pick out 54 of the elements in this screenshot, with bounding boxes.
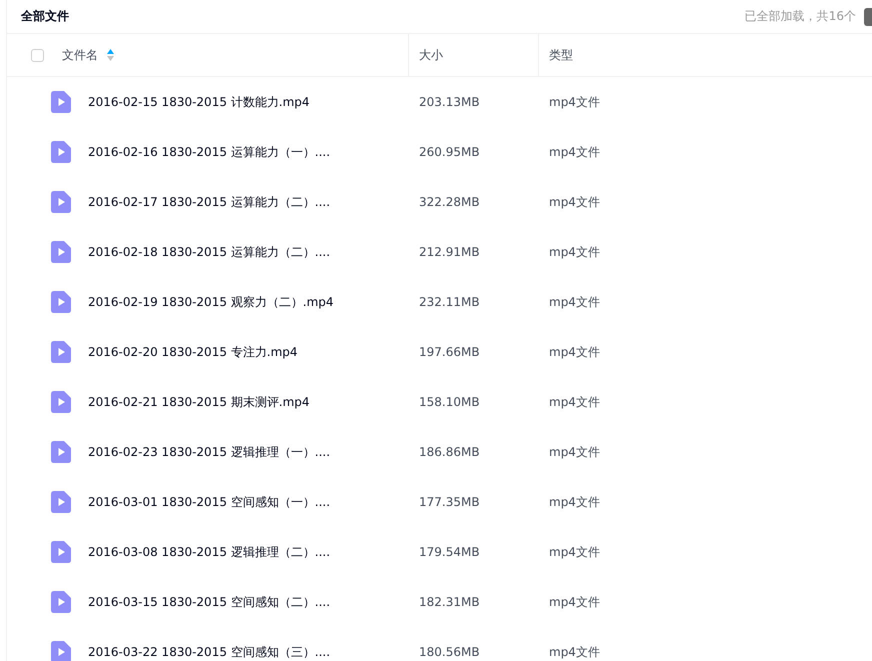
file-name[interactable]: 2016-03-15 1830-2015 空间感知（二）.... [88,594,330,610]
select-all-checkbox[interactable] [31,48,44,62]
file-size: 179.54MB [419,545,480,559]
column-header[interactable]: 类型 [549,46,573,64]
file-name[interactable]: 2016-02-19 1830-2015 观察力（二）.mp4 [88,294,334,310]
column-header[interactable]: 大小 [419,46,443,64]
file-type: mp4文件 [549,144,600,158]
video-file-icon [51,141,71,163]
video-file-icon [51,591,71,613]
load-status: 已全部加载，共16个 [744,8,856,25]
file-name[interactable]: 2016-02-16 1830-2015 运算能力（一）.... [88,144,330,160]
file-name[interactable]: 2016-03-08 1830-2015 逻辑推理（二）.... [88,544,330,560]
video-file-icon [51,291,71,313]
file-name[interactable]: 2016-03-22 1830-2015 空间感知（三）.... [88,644,330,660]
file-type: mp4文件 [549,194,600,208]
file-type: mp4文件 [549,344,600,358]
file-type: mp4文件 [549,444,600,458]
video-file-icon [51,241,71,263]
file-name[interactable]: 2016-02-15 1830-2015 计数能力.mp4 [88,94,310,110]
file-type: mp4文件 [549,544,600,558]
file-size: 158.10MB [419,395,480,409]
video-file-icon [51,391,71,413]
file-size: 186.86MB [419,445,480,459]
file-size: 260.95MB [419,145,480,159]
file-size: 322.28MB [419,195,480,209]
file-size: 232.11MB [419,295,480,309]
page-title: 全部文件 [21,8,69,25]
file-name[interactable]: 2016-02-18 1830-2015 运算能力（二）.... [88,244,330,260]
video-file-icon [51,91,71,113]
file-type: mp4文件 [549,394,600,408]
file-size: 197.66MB [419,345,480,359]
file-type: mp4文件 [549,94,600,108]
file-type: mp4文件 [549,494,600,508]
video-file-icon [51,491,71,513]
file-name[interactable]: 2016-02-21 1830-2015 期末测评.mp4 [88,394,310,410]
video-file-icon [51,191,71,213]
file-size: 212.91MB [419,245,480,259]
file-type: mp4文件 [549,294,600,308]
sort-icon[interactable] [107,49,114,61]
file-size: 182.31MB [419,595,480,609]
file-name[interactable]: 2016-02-20 1830-2015 专注力.mp4 [88,344,298,360]
file-name[interactable]: 2016-03-01 1830-2015 空间感知（一）.... [88,494,330,510]
video-file-icon [51,541,71,563]
file-name[interactable]: 2016-02-23 1830-2015 逻辑推理（一）.... [88,444,330,460]
video-file-icon [51,441,71,463]
column-header[interactable]: 文件名 [62,46,98,64]
file-type: mp4文件 [549,644,600,658]
file-size: 177.35MB [419,495,480,509]
file-type: mp4文件 [549,244,600,258]
file-size: 180.56MB [419,645,480,659]
file-name[interactable]: 2016-02-17 1830-2015 运算能力（二）.... [88,194,330,210]
file-type: mp4文件 [549,594,600,608]
file-size: 203.13MB [419,95,480,109]
video-file-icon [51,341,71,363]
